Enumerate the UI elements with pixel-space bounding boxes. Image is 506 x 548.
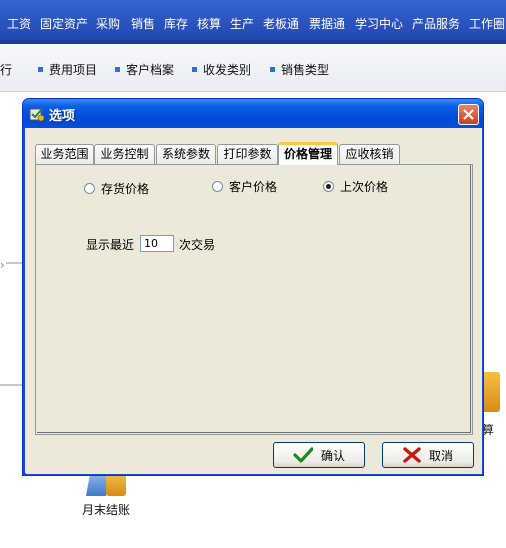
tab-business-control[interactable]: 业务控制 bbox=[94, 144, 155, 164]
sub-item-label: 客户档案 bbox=[126, 63, 175, 77]
close-icon bbox=[463, 109, 474, 120]
confirm-button[interactable]: 确认 bbox=[273, 442, 365, 468]
tab-receivable-writeoff[interactable]: 应收核销 bbox=[339, 144, 400, 164]
bullet-icon bbox=[192, 67, 197, 72]
cancel-label: 取消 bbox=[428, 448, 453, 463]
sub-toolbar: 银行 费用项目 客户档案 收发类别 销售类型 bbox=[0, 44, 506, 92]
dialog-title: 选项 bbox=[49, 109, 76, 124]
recent-suffix-label: 次交易 bbox=[179, 238, 216, 252]
menu-item-purchase[interactable]: 采购 bbox=[96, 17, 120, 31]
menu-item-production[interactable]: 生产 bbox=[230, 17, 254, 31]
menu-item-inventory[interactable]: 库存 bbox=[164, 17, 188, 31]
flow-connector bbox=[0, 384, 22, 386]
sub-item-customers[interactable]: 客户档案 bbox=[115, 61, 174, 78]
menu-item-boss[interactable]: 老板通 bbox=[263, 17, 299, 31]
menu-item-products[interactable]: 产品服务 bbox=[412, 17, 460, 31]
cancel-button[interactable]: 取消 bbox=[382, 442, 474, 468]
radio-customer-price[interactable]: 客户价格 bbox=[212, 178, 277, 195]
chevron-right-icon: › bbox=[0, 258, 5, 272]
dialog-body: 业务范围 业务控制 系统参数 打印参数 价格管理 应收核销 存货价格 客户价格 … bbox=[26, 128, 482, 474]
checkmark-icon bbox=[293, 447, 313, 463]
dialog-title-bar[interactable]: 选项 bbox=[23, 99, 483, 128]
menu-item-learning[interactable]: 学习中心 bbox=[355, 17, 403, 31]
sub-item-sales-types[interactable]: 销售类型 bbox=[270, 61, 329, 78]
sub-item-dispatch-types[interactable]: 收发类别 bbox=[192, 61, 251, 78]
settings-icon bbox=[29, 108, 45, 122]
bullet-icon bbox=[115, 67, 120, 72]
radio-button-checked[interactable] bbox=[323, 181, 334, 192]
bullet-icon bbox=[38, 67, 43, 72]
confirm-label: 确认 bbox=[320, 448, 345, 463]
menu-item-fixed-assets[interactable]: 固定资产 bbox=[40, 17, 88, 31]
options-dialog: 选项 业务范围 业务控制 系统参数 打印参数 价格管理 应收核销 存货价格 客户… bbox=[22, 98, 484, 476]
tab-print-params[interactable]: 打印参数 bbox=[217, 144, 278, 164]
radio-button[interactable] bbox=[212, 181, 223, 192]
menu-item-bills[interactable]: 票据通 bbox=[309, 17, 345, 31]
close-button[interactable] bbox=[458, 104, 479, 125]
radio-label: 客户价格 bbox=[229, 180, 278, 194]
sub-item-label: 费用项目 bbox=[49, 63, 98, 77]
sub-item-bank[interactable]: 银行 bbox=[0, 61, 12, 78]
recent-prefix-label: 显示最近 bbox=[86, 238, 135, 252]
price-management-panel bbox=[35, 164, 473, 435]
tab-system-params[interactable]: 系统参数 bbox=[156, 144, 216, 164]
menu-item-payroll[interactable]: 工资 bbox=[7, 17, 31, 31]
menu-item-workcircle[interactable]: 工作圈 bbox=[469, 17, 505, 31]
cancel-x-icon bbox=[403, 447, 421, 463]
tab-business-scope[interactable]: 业务范围 bbox=[35, 144, 94, 164]
radio-last-price[interactable]: 上次价格 bbox=[323, 178, 388, 195]
sub-item-label: 收发类别 bbox=[203, 63, 252, 77]
menu-item-sales[interactable]: 销售 bbox=[131, 17, 155, 31]
sub-item-expense[interactable]: 费用项目 bbox=[38, 61, 97, 78]
radio-inventory-price[interactable]: 存货价格 bbox=[84, 180, 149, 197]
top-menu-bar: 工资 固定资产 采购 销售 库存 核算 生产 老板通 票据通 学习中心 产品服务… bbox=[0, 0, 506, 44]
radio-label: 上次价格 bbox=[340, 180, 389, 194]
menu-item-accounting[interactable]: 核算 bbox=[197, 17, 221, 31]
bullet-icon bbox=[270, 67, 275, 72]
flow-connector bbox=[6, 262, 22, 264]
tab-price-management[interactable]: 价格管理 bbox=[278, 142, 338, 165]
radio-button[interactable] bbox=[84, 183, 95, 194]
sub-item-label: 销售类型 bbox=[281, 63, 330, 77]
radio-label: 存货价格 bbox=[101, 182, 150, 196]
recent-transactions-input[interactable]: 10 bbox=[140, 235, 174, 252]
month-end-close-label[interactable]: 月末结账 bbox=[82, 501, 130, 518]
